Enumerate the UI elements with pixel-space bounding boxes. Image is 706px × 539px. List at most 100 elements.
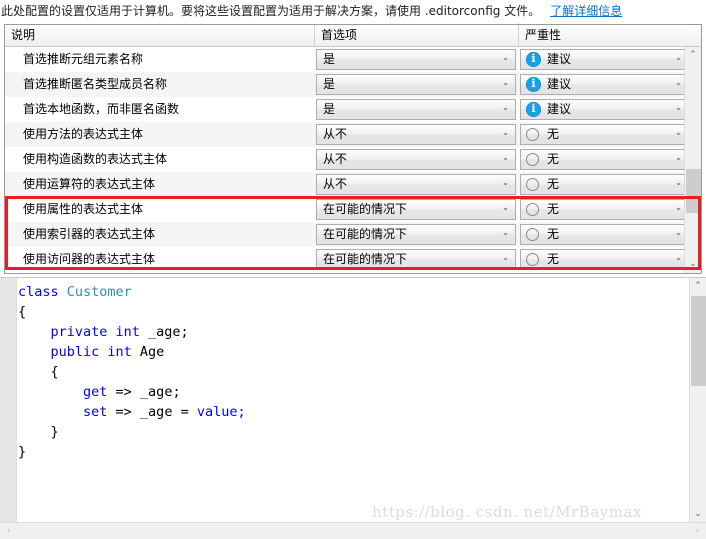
severity-dropdown[interactable]: 无 ⌄ [520,199,689,220]
chevron-down-icon[interactable]: ⌄ [674,179,683,188]
chevron-down-icon[interactable]: ⌄ [674,204,683,213]
chevron-down-icon[interactable]: ⌄ [501,254,510,263]
chevron-down-icon[interactable]: ⌄ [501,54,510,63]
scroll-up-icon[interactable]: ⌃ [685,47,701,64]
preference-dropdown[interactable]: 从不 ⌄ [316,174,516,195]
code-line: } [18,442,688,462]
severity-dropdown[interactable]: 建议 ⌄ [520,74,689,95]
chevron-down-icon[interactable]: ⌄ [501,229,510,238]
chevron-down-icon[interactable]: ⌄ [674,129,683,138]
scroll-down-icon[interactable]: ⌄ [685,256,701,273]
options-grid: 说明 首选项 严重性 首选推断元组元素名称是⌄建议⌄首选推断匿名类型成员名称是⌄… [4,24,702,274]
chevron-down-icon[interactable]: ⌄ [674,79,683,88]
chevron-down-icon[interactable]: ⌄ [501,204,510,213]
severity-value: 无 [547,252,560,266]
severity-value: 建议 [547,77,572,91]
info-icon [526,51,541,67]
severity-dropdown[interactable]: 无 ⌄ [520,149,689,170]
preference-value: 是 [323,102,336,116]
chevron-down-icon[interactable]: ⌄ [501,79,510,88]
info-banner-text: 此处配置的设置仅适用于计算机。要将这些设置配置为适用于解决方案，请使用 .edi… [1,4,541,18]
preference-dropdown[interactable]: 是 ⌄ [316,74,516,95]
code-line: class Customer [18,282,688,302]
chevron-down-icon[interactable]: ⌄ [674,54,683,63]
preference-value: 在可能的情况下 [323,202,408,216]
grid-header-row: 说明 首选项 严重性 [5,25,701,47]
circle-icon [526,178,539,191]
scroll-left-icon[interactable]: ‹ [0,523,17,539]
code-token: get [18,384,116,400]
grid-vertical-scrollbar[interactable]: ⌃ ⌄ [684,47,701,273]
code-scroll-down-icon[interactable]: ⌄ [690,506,706,523]
table-row[interactable]: 首选推断匿名类型成员名称是⌄建议⌄ [5,72,691,97]
preference-dropdown[interactable]: 从不 ⌄ [316,124,516,145]
code-scrollbar-thumb[interactable] [691,296,706,386]
preference-dropdown[interactable]: 在可能的情况下 ⌄ [316,199,516,220]
info-banner: 此处配置的设置仅适用于计算机。要将这些设置配置为适用于解决方案，请使用 .edi… [0,0,706,22]
row-description: 使用运算符的表达式主体 [23,177,156,191]
severity-value: 无 [547,202,560,216]
table-row[interactable]: 使用属性的表达式主体 在可能的情况下 ⌄ 无 ⌄ [5,197,691,222]
chevron-down-icon[interactable]: ⌄ [501,129,510,138]
row-description: 使用属性的表达式主体 [23,202,144,216]
code-line: private int _age; [18,322,688,342]
chevron-down-icon[interactable]: ⌄ [501,179,510,188]
code-line: { [18,302,688,322]
circle-icon [526,153,539,166]
severity-dropdown[interactable]: 无 ⌄ [520,224,689,245]
table-row[interactable]: 使用方法的表达式主体 从不 ⌄ 无 ⌄ [5,122,691,147]
severity-dropdown[interactable]: 无 ⌄ [520,249,689,270]
code-token: => _age = [115,404,197,420]
code-token: } [18,424,59,440]
table-row[interactable]: 首选推断元组元素名称是⌄建议⌄ [5,47,691,72]
grid-scrollbar-thumb[interactable] [686,169,701,213]
code-token: } [18,444,27,460]
horizontal-scrollbar[interactable]: ‹ › [0,522,706,539]
learn-more-link[interactable]: 了解详细信息 [550,4,622,18]
table-row[interactable]: 使用索引器的表达式主体 在可能的情况下 ⌄ 无 ⌄ [5,222,691,247]
chevron-down-icon[interactable]: ⌄ [674,254,683,263]
code-vertical-scrollbar[interactable]: ⌃ ⌄ [689,278,706,523]
row-description: 使用访问器的表达式主体 [23,252,156,266]
preference-value: 从不 [323,127,348,141]
preference-value: 从不 [323,177,348,191]
severity-dropdown[interactable]: 建议 ⌄ [520,99,689,120]
severity-value: 无 [547,227,560,241]
chevron-down-icon[interactable]: ⌄ [674,229,683,238]
severity-value: 无 [547,177,560,191]
code-preview-panel: class Customer { private int _age; public… [0,277,706,523]
scroll-right-icon[interactable]: › [689,523,706,539]
table-row[interactable]: 首选本地函数，而非匿名函数是⌄建议⌄ [5,97,691,122]
info-icon [526,76,541,92]
chevron-down-icon[interactable]: ⌄ [674,104,683,113]
severity-dropdown[interactable]: 无 ⌄ [520,174,689,195]
severity-dropdown[interactable]: 无 ⌄ [520,124,689,145]
table-row[interactable]: 使用运算符的表达式主体 从不 ⌄ 无 ⌄ [5,172,691,197]
code-scroll-up-icon[interactable]: ⌃ [690,278,706,295]
table-row[interactable]: 使用访问器的表达式主体 在可能的情况下 ⌄ 无 ⌄ [5,247,691,272]
column-header-preference[interactable]: 首选项 [314,25,518,46]
settings-editor-window: 此处配置的设置仅适用于计算机。要将这些设置配置为适用于解决方案，请使用 .edi… [0,0,706,539]
circle-icon [526,203,539,216]
table-row[interactable]: 使用构造函数的表达式主体 从不 ⌄ 无 ⌄ [5,147,691,172]
info-icon [526,101,541,117]
preference-dropdown[interactable]: 在可能的情况下 ⌄ [316,224,516,245]
code-preview-text: class Customer { private int _age; public… [18,282,688,522]
circle-icon [526,253,539,266]
row-description: 使用构造函数的表达式主体 [23,152,168,166]
severity-dropdown[interactable]: 建议 ⌄ [520,49,689,70]
chevron-down-icon[interactable]: ⌄ [674,154,683,163]
preference-dropdown[interactable]: 在可能的情况下 ⌄ [316,249,516,270]
code-token: Customer [66,284,132,300]
preference-dropdown[interactable]: 从不 ⌄ [316,149,516,170]
column-header-description[interactable]: 说明 [5,25,314,46]
chevron-down-icon[interactable]: ⌄ [501,104,510,113]
row-description: 使用方法的表达式主体 [23,127,144,141]
preference-value: 是 [323,52,336,66]
chevron-down-icon[interactable]: ⌄ [501,154,510,163]
preference-dropdown[interactable]: 是 ⌄ [316,99,516,120]
code-token: => _age; [115,384,181,400]
column-header-severity[interactable]: 严重性 [518,25,691,46]
code-token: { [18,304,27,320]
preference-dropdown[interactable]: 是 ⌄ [316,49,516,70]
